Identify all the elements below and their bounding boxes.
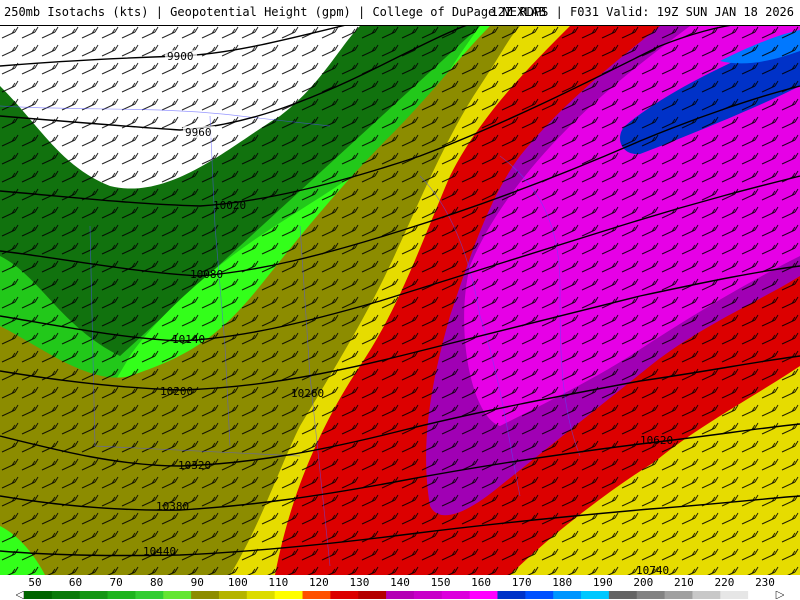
contour-label: 10620: [640, 434, 673, 447]
colorbar-tick-label: 70: [109, 576, 123, 589]
contour-label: 10440: [143, 545, 176, 558]
contour-label: 9960: [185, 126, 212, 139]
colorbar-swatch: [748, 591, 777, 599]
colorbar-tick-label: 190: [592, 576, 613, 589]
colorbar-swatch: [163, 591, 192, 599]
colorbar-swatch: [191, 591, 220, 599]
run-valid-time: 12Z RDPS | F031 Valid: 19Z SUN JAN 18 20…: [490, 5, 794, 19]
colorbar-tick-label: 110: [268, 576, 289, 589]
colorbar-tick-label: 90: [190, 576, 204, 589]
colorbar-swatch: [441, 591, 471, 599]
colorbar-tick-label: 200: [633, 576, 654, 589]
colorbar-tick-label: 150: [430, 576, 451, 589]
wind-barbs: [0, 26, 800, 575]
colorbar-tick-label: 130: [349, 576, 370, 589]
title-bar: 250mb Isotachs (kts) | Geopotential Heig…: [0, 0, 800, 26]
colorbar-swatch: [246, 591, 276, 599]
colorbar-swatch: [24, 591, 53, 599]
colorbar-tick-label: 140: [390, 576, 410, 589]
colorbar-swatch: [358, 591, 387, 599]
colorbar-swatch: [581, 591, 610, 599]
colorbar-swatch: [218, 591, 248, 599]
colorbar-swatch: [525, 591, 554, 599]
colorbar-swatch: [51, 591, 81, 599]
contour-label: 10320: [178, 459, 211, 472]
weather-map: 9900 9960 10020 10080 10140 10200 10260 …: [0, 26, 800, 575]
colorbar-swatch: [497, 591, 526, 599]
colorbar-scale: [16, 591, 784, 599]
colorbar-swatch: [664, 591, 693, 599]
colorbar-swatch: [107, 591, 136, 599]
colorbar-swatch: [692, 591, 721, 599]
colorbar-tick-label: 170: [511, 576, 532, 589]
colorbar-tick-label: 220: [714, 576, 735, 589]
colorbar-min-arrow: [16, 591, 25, 599]
contour-label: 10020: [213, 199, 246, 212]
colorbar-tick-label: 160: [471, 576, 492, 589]
contour-label: 10380: [156, 500, 189, 513]
colorbar-swatch: [135, 591, 164, 599]
colorbar-tick-label: 80: [150, 576, 164, 589]
colorbar-tick-label: 120: [308, 576, 329, 589]
colorbar-tick-label: 100: [227, 576, 248, 589]
colorbar-swatch: [413, 591, 443, 599]
colorbar-tick-label: 60: [68, 576, 83, 589]
colorbar-max-arrow: [775, 591, 784, 599]
colorbar-swatch: [720, 591, 749, 599]
contour-label: 10140: [172, 333, 205, 346]
colorbar-swatch: [330, 591, 359, 599]
colorbar-swatch: [636, 591, 666, 599]
colorbar-swatch: [608, 591, 638, 599]
colorbar-swatch: [79, 591, 109, 599]
map-canvas: 9900 9960 10020 10080 10140 10200 10260 …: [0, 26, 800, 575]
product-title: 250mb Isotachs (kts) | Geopotential Heig…: [4, 5, 546, 19]
colorbar-swatch: [274, 591, 304, 599]
colorbar-swatch: [469, 591, 498, 599]
colorbar-tick-label: 210: [673, 576, 694, 589]
isotach-colorbar: 50 60 70 80 90 100 110 120 130 140 150 160 170 180 190…: [0, 575, 800, 600]
colorbar-swatch: [302, 591, 331, 599]
colorbar-tick-label: 180: [552, 576, 573, 589]
contour-label: 9900: [167, 50, 194, 63]
contour-label: 10080: [190, 268, 223, 281]
colorbar-tick-label: 230: [755, 576, 775, 589]
contour-label: 10740: [636, 564, 669, 575]
colorbar-tick-label: 50: [28, 576, 42, 589]
contour-label: 10260: [291, 387, 324, 400]
contour-label: 10200: [160, 385, 193, 398]
colorbar-swatch: [553, 591, 582, 599]
colorbar-swatch: [386, 591, 415, 599]
